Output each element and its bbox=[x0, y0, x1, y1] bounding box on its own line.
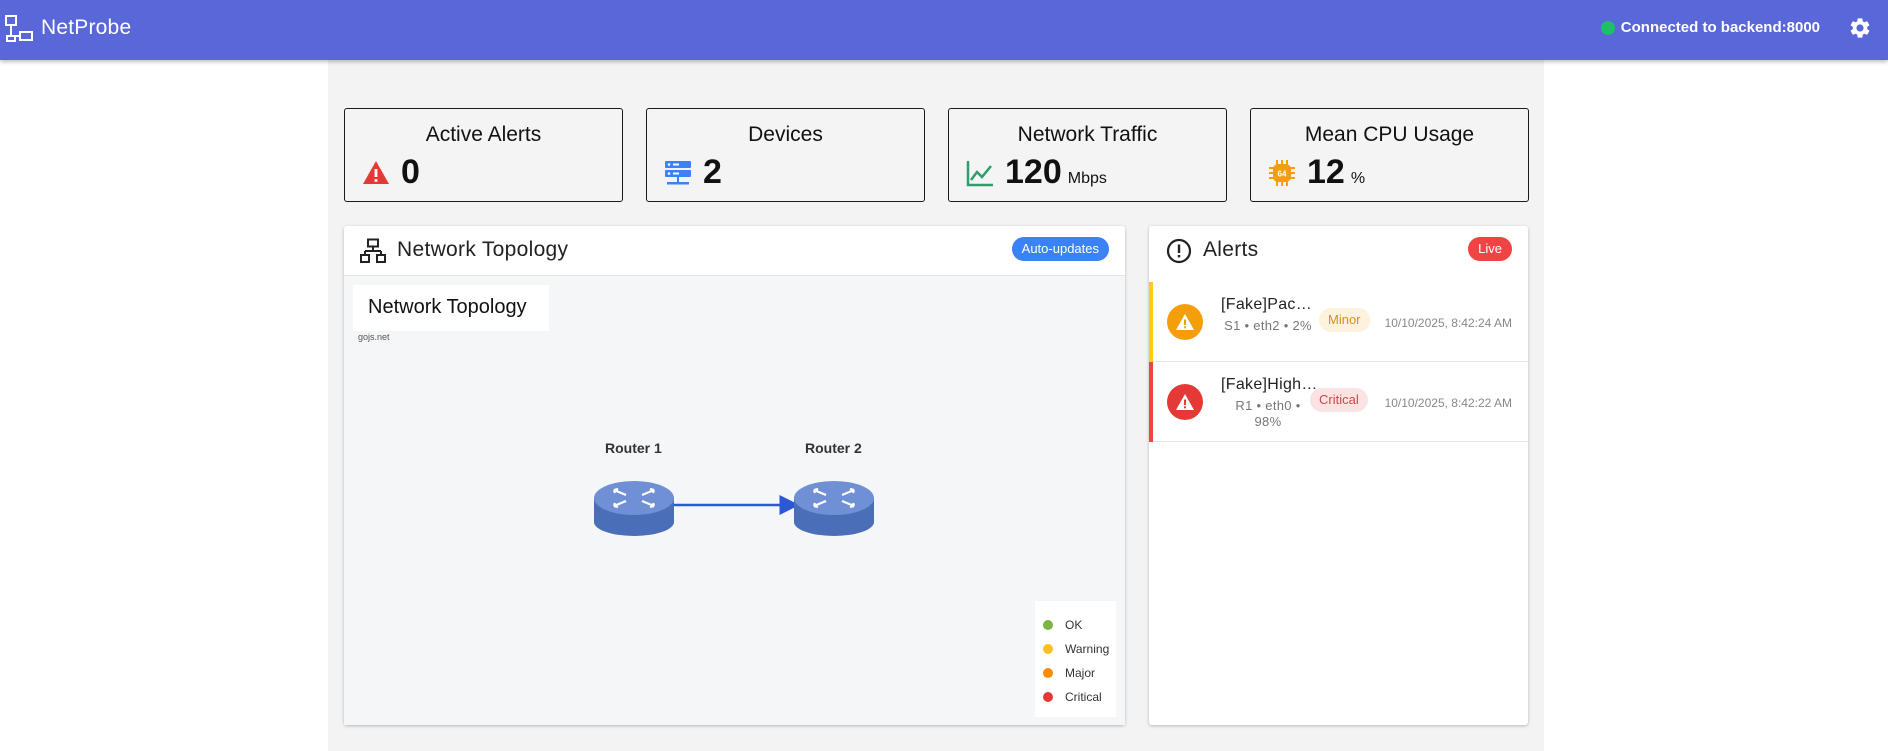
warning-triangle-icon bbox=[363, 160, 389, 184]
stat-label: Active Alerts bbox=[425, 123, 542, 146]
legend-item-ok: OK bbox=[1043, 613, 1116, 637]
legend-label: Critical bbox=[1065, 690, 1102, 704]
stat-value: 2 bbox=[703, 153, 722, 191]
topology-panel: Network Topology Auto-updates Network To… bbox=[344, 226, 1125, 725]
alert-item[interactable]: [Fake]Packet Loss S1 • eth2 • 2% Minor 1… bbox=[1149, 282, 1528, 362]
legend-swatch bbox=[1043, 692, 1053, 702]
network-logo-icon bbox=[5, 15, 33, 42]
alerts-panel: Alerts Live [Fake]Packet Loss S1 • eth2 … bbox=[1149, 226, 1528, 725]
legend-label: OK bbox=[1065, 618, 1083, 632]
connection-status-text: Connected to backend:8000 bbox=[1620, 19, 1820, 36]
canvas-title: Network Topology bbox=[353, 285, 549, 331]
status-legend: OK Warning Major Critical bbox=[1035, 601, 1116, 717]
alert-meta: S1 • eth2 • 2% bbox=[1224, 318, 1312, 333]
stat-value: 120 bbox=[1005, 153, 1062, 191]
topology-diagram bbox=[594, 481, 874, 536]
severity-chip: Minor bbox=[1319, 308, 1370, 332]
server-icon bbox=[665, 160, 691, 184]
severity-chip: Critical bbox=[1310, 388, 1368, 412]
router-2-icon[interactable] bbox=[794, 481, 874, 536]
connection-status: Connected to backend:8000 bbox=[1600, 19, 1820, 36]
alert-title: [Fake]High CPU bbox=[1221, 376, 1319, 393]
app-title: NetProbe bbox=[41, 16, 132, 39]
stat-label: Mean CPU Usage bbox=[1304, 123, 1475, 146]
alert-timestamp: 10/10/2025, 8:42:22 AM bbox=[1384, 396, 1512, 410]
gear-icon[interactable] bbox=[1848, 16, 1872, 40]
gojs-credit: gojs.net bbox=[358, 332, 390, 342]
status-dot-icon bbox=[1600, 20, 1615, 35]
alert-title: [Fake]Packet Loss bbox=[1221, 296, 1319, 313]
router-label: Router 2 bbox=[805, 440, 862, 456]
live-badge: Live bbox=[1468, 237, 1512, 261]
warning-icon bbox=[1167, 304, 1203, 340]
router-label: Router 1 bbox=[605, 440, 662, 456]
stat-value: 0 bbox=[401, 153, 420, 191]
alert-item[interactable]: [Fake]High CPU R1 • eth0 • 98% Critical … bbox=[1149, 362, 1528, 442]
legend-item-critical: Critical bbox=[1043, 685, 1116, 709]
legend-swatch bbox=[1043, 620, 1053, 630]
legend-item-warning: Warning bbox=[1043, 637, 1116, 661]
main-content: Active Alerts 0 Devices 2 Network Traffi… bbox=[328, 60, 1544, 751]
line-chart-icon bbox=[966, 160, 993, 186]
alert-timestamp: 10/10/2025, 8:42:24 AM bbox=[1384, 316, 1512, 330]
stat-label: Devices bbox=[748, 123, 823, 146]
topology-panel-title: Network Topology bbox=[397, 238, 569, 261]
stat-unit: % bbox=[1350, 170, 1366, 187]
alerts-panel-title: Alerts bbox=[1203, 238, 1259, 261]
stat-card-active-alerts: Active Alerts 0 bbox=[344, 108, 623, 202]
svg-text:64: 64 bbox=[1278, 169, 1287, 178]
cpu-chip-icon: 64 bbox=[1269, 159, 1295, 186]
stat-card-network-traffic: Network Traffic 120 Mbps bbox=[948, 108, 1227, 202]
auto-updates-badge: Auto-updates bbox=[1011, 237, 1109, 261]
legend-swatch bbox=[1043, 668, 1053, 678]
stat-card-mean-cpu-usage: Mean CPU Usage 64 12 % bbox=[1250, 108, 1529, 202]
alert-circle-icon bbox=[1166, 238, 1192, 264]
alerts-panel-header: Alerts Live bbox=[1149, 226, 1528, 276]
severity-bar bbox=[1149, 362, 1153, 442]
topology-canvas[interactable]: Network Topology gojs.net Router 1 Route… bbox=[344, 275, 1125, 725]
app-bar: NetProbe Connected to backend:8000 bbox=[0, 0, 1888, 60]
stat-unit: Mbps bbox=[1067, 170, 1107, 187]
legend-swatch bbox=[1043, 644, 1053, 654]
stat-value: 12 bbox=[1307, 153, 1345, 191]
legend-label: Major bbox=[1065, 666, 1096, 680]
alert-meta: R1 • eth0 • 98% bbox=[1235, 398, 1301, 429]
stat-label: Network Traffic bbox=[1017, 123, 1158, 146]
router-1-icon[interactable] bbox=[594, 481, 674, 536]
warning-icon bbox=[1167, 384, 1203, 420]
sitemap-icon bbox=[360, 238, 386, 263]
severity-bar bbox=[1149, 282, 1153, 362]
stat-card-devices: Devices 2 bbox=[646, 108, 925, 202]
legend-item-major: Major bbox=[1043, 661, 1116, 685]
legend-label: Warning bbox=[1065, 642, 1110, 656]
topology-panel-header: Network Topology Auto-updates bbox=[344, 226, 1125, 276]
